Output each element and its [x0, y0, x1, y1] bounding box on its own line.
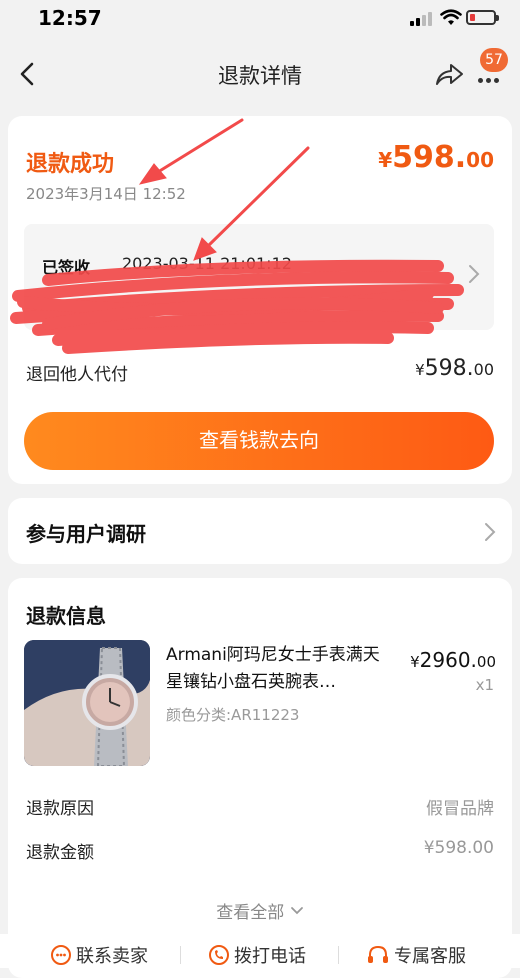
product-quantity: x1: [475, 676, 494, 694]
battery-icon: [466, 10, 499, 25]
annotation-arrows: [138, 118, 310, 261]
refund-destination-amount: ¥598.00: [415, 356, 494, 381]
refund-info-card: 退款信息 Armani阿玛尼女士手表满天星镶钻小盘石英腕表… ¥2960.00 …: [8, 578, 512, 978]
divider: [338, 946, 339, 964]
message-badge: 57: [480, 48, 508, 72]
divider: [180, 946, 181, 964]
refund-amount-value: ¥598.00: [423, 838, 494, 858]
nav-bar: 退款详情 57: [0, 44, 520, 104]
survey-label: 参与用户调研: [26, 522, 146, 546]
currency-symbol: ¥: [410, 653, 420, 671]
view-all-label: 查看全部: [216, 903, 285, 923]
currency-symbol: ¥: [415, 361, 425, 379]
price-integer: 2960.: [419, 648, 477, 672]
exclusive-service-button[interactable]: 专属客服: [366, 942, 466, 968]
refund-amount-label: 退款金额: [26, 843, 94, 863]
contact-seller-label: 联系卖家: [76, 946, 148, 967]
wifi-icon: [440, 9, 462, 25]
chevron-right-icon: [485, 523, 496, 541]
phone-icon: [209, 945, 229, 965]
refund-destination-label: 退回他人代付: [26, 365, 128, 385]
headset-icon: [368, 945, 388, 963]
product-thumbnail[interactable]: [24, 640, 150, 766]
signal-icon: [410, 12, 434, 26]
contact-seller-button[interactable]: 联系卖家: [50, 942, 148, 968]
status-bar: 12:57: [0, 0, 520, 40]
status-time: 12:57: [38, 6, 102, 30]
product-price: ¥2960.00: [410, 648, 496, 672]
product-name[interactable]: Armani阿玛尼女士手表满天星镶钻小盘石英腕表…: [166, 642, 396, 696]
call-button[interactable]: 拨打电话: [208, 942, 306, 968]
share-icon[interactable]: [434, 62, 464, 88]
view-money-flow-button[interactable]: 查看钱款去向: [24, 412, 494, 470]
survey-card[interactable]: 参与用户调研: [8, 498, 512, 564]
refund-info-title: 退款信息: [26, 604, 106, 628]
chevron-down-icon: [290, 907, 303, 915]
amount-decimal: 00: [473, 360, 494, 379]
refund-summary-card: 退款成功 2023年3月14日 12:52 ¥598.00 已签收 2023-0…: [8, 116, 512, 484]
price-decimal: 00: [476, 653, 496, 671]
bottom-action-bar: 联系卖家 拨打电话 专属客服: [0, 934, 520, 968]
refund-reason-label: 退款原因: [26, 799, 94, 819]
chat-icon: [51, 945, 71, 965]
refund-reason-value: 假冒品牌: [426, 799, 494, 819]
product-sku: 颜色分类:AR11223: [166, 706, 300, 724]
amount-integer: 598.: [424, 356, 474, 381]
call-label: 拨打电话: [234, 946, 306, 967]
exclusive-service-label: 专属客服: [394, 946, 466, 967]
view-all-link[interactable]: 查看全部: [8, 898, 512, 923]
